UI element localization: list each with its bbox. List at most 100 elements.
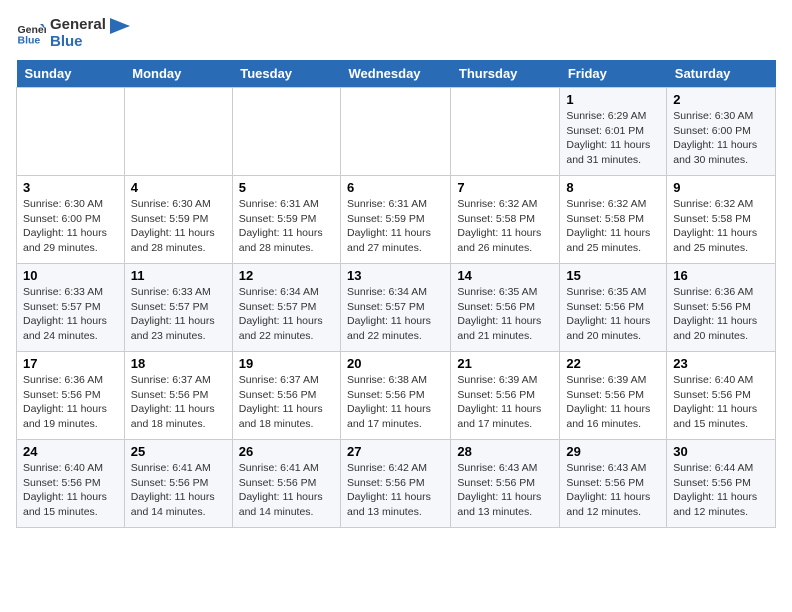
sunrise-text: Sunrise: 6:33 AM bbox=[131, 285, 226, 300]
sunset-text: Sunset: 5:56 PM bbox=[566, 300, 660, 315]
day-info: Sunrise: 6:33 AMSunset: 5:57 PMDaylight:… bbox=[23, 285, 118, 344]
logo-blue: Blue bbox=[50, 33, 106, 50]
sunrise-text: Sunrise: 6:29 AM bbox=[566, 109, 660, 124]
day-number: 29 bbox=[566, 444, 660, 459]
daylight-text: Daylight: 11 hours and 25 minutes. bbox=[673, 226, 769, 255]
sunset-text: Sunset: 6:00 PM bbox=[23, 212, 118, 227]
calendar-cell: 3Sunrise: 6:30 AMSunset: 6:00 PMDaylight… bbox=[17, 176, 125, 264]
daylight-text: Daylight: 11 hours and 22 minutes. bbox=[347, 314, 444, 343]
sunset-text: Sunset: 5:56 PM bbox=[23, 388, 118, 403]
calendar-cell: 28Sunrise: 6:43 AMSunset: 5:56 PMDayligh… bbox=[451, 440, 560, 528]
calendar-cell: 16Sunrise: 6:36 AMSunset: 5:56 PMDayligh… bbox=[667, 264, 776, 352]
daylight-text: Daylight: 11 hours and 22 minutes. bbox=[239, 314, 334, 343]
weekday-header-monday: Monday bbox=[124, 60, 232, 88]
sunset-text: Sunset: 5:58 PM bbox=[673, 212, 769, 227]
day-info: Sunrise: 6:33 AMSunset: 5:57 PMDaylight:… bbox=[131, 285, 226, 344]
sunrise-text: Sunrise: 6:42 AM bbox=[347, 461, 444, 476]
calendar-cell: 27Sunrise: 6:42 AMSunset: 5:56 PMDayligh… bbox=[341, 440, 451, 528]
sunrise-text: Sunrise: 6:31 AM bbox=[347, 197, 444, 212]
daylight-text: Daylight: 11 hours and 18 minutes. bbox=[239, 402, 334, 431]
day-number: 4 bbox=[131, 180, 226, 195]
sunrise-text: Sunrise: 6:32 AM bbox=[457, 197, 553, 212]
calendar-cell: 23Sunrise: 6:40 AMSunset: 5:56 PMDayligh… bbox=[667, 352, 776, 440]
weekday-header-saturday: Saturday bbox=[667, 60, 776, 88]
daylight-text: Daylight: 11 hours and 28 minutes. bbox=[239, 226, 334, 255]
daylight-text: Daylight: 11 hours and 27 minutes. bbox=[347, 226, 444, 255]
logo-general: General bbox=[50, 16, 106, 33]
calendar-cell: 18Sunrise: 6:37 AMSunset: 5:56 PMDayligh… bbox=[124, 352, 232, 440]
svg-text:Blue: Blue bbox=[18, 35, 41, 47]
calendar-cell: 14 Sunrise: 6:35 AMSunset: 5:56 PMDayligh… bbox=[451, 264, 560, 352]
day-number: 3 bbox=[23, 180, 118, 195]
daylight-text: Daylight: 11 hours and 14 minutes. bbox=[131, 490, 226, 519]
sunset-text: Sunset: 5:56 PM bbox=[131, 388, 226, 403]
calendar-cell: 8Sunrise: 6:32 AMSunset: 5:58 PMDaylight… bbox=[560, 176, 667, 264]
day-number: 14 bbox=[457, 268, 553, 283]
sunrise-text: Sunrise: 6:32 AM bbox=[566, 197, 660, 212]
sunset-text: Sunset: 5:58 PM bbox=[457, 212, 553, 227]
day-number: 26 bbox=[239, 444, 334, 459]
sunset-text: Sunset: 5:56 PM bbox=[673, 300, 769, 315]
sunset-text: Sunset: 5:56 PM bbox=[566, 476, 660, 491]
day-number: 28 bbox=[457, 444, 553, 459]
day-info: Sunrise: 6:32 AMSunset: 5:58 PMDaylight:… bbox=[673, 197, 769, 256]
calendar-week-2: 3 Sunrise: 6:30 AMSunset: 6:00 PM Daylight… bbox=[17, 176, 776, 264]
sunrise-text: Sunrise: 6:30 AM bbox=[23, 197, 118, 212]
day-info: Sunrise: 6:30 AMSunset: 6:00 PMDaylight:… bbox=[673, 109, 769, 168]
calendar-cell: 1Sunrise: 6:29 AMSunset: 6:01 PMDaylight… bbox=[560, 88, 667, 176]
daylight-text: Daylight: 11 hours and 16 minutes. bbox=[566, 402, 660, 431]
sunset-text: Sunset: 5:56 PM bbox=[347, 476, 444, 491]
daylight-text: Daylight: 11 hours and 28 minutes. bbox=[131, 226, 226, 255]
sunrise-text: Sunrise: 6:37 AM bbox=[131, 373, 226, 388]
calendar-week-1: 1Sunrise: 6:29 AMSunset: 6:01 PMDaylight… bbox=[17, 88, 776, 176]
daylight-text: Daylight: 11 hours and 21 minutes. bbox=[457, 314, 553, 343]
sunrise-text: Sunrise: 6:36 AM bbox=[673, 285, 769, 300]
day-info: Sunrise: 6:29 AMSunset: 6:01 PMDaylight:… bbox=[566, 109, 660, 168]
sunrise-text: Sunrise: 6:39 AM bbox=[566, 373, 660, 388]
daylight-text: Daylight: 11 hours and 20 minutes. bbox=[566, 314, 660, 343]
weekday-header-tuesday: Tuesday bbox=[232, 60, 340, 88]
sunset-text: Sunset: 5:56 PM bbox=[239, 476, 334, 491]
sunrise-text: Sunrise: 6:36 AM bbox=[23, 373, 118, 388]
calendar-cell: 6Sunrise: 6:31 AMSunset: 5:59 PMDaylight… bbox=[341, 176, 451, 264]
day-info: Sunrise: 6:32 AMSunset: 5:58 PMDaylight:… bbox=[457, 197, 553, 256]
weekday-header-sunday: Sunday bbox=[17, 60, 125, 88]
weekday-header-wednesday: Wednesday bbox=[341, 60, 451, 88]
weekday-header-thursday: Thursday bbox=[451, 60, 560, 88]
day-info: Sunrise: 6:36 AMSunset: 5:56 PMDaylight:… bbox=[23, 373, 118, 432]
sunset-text: Sunset: 5:56 PM bbox=[239, 388, 334, 403]
sunrise-text: Sunrise: 6:34 AM bbox=[347, 285, 444, 300]
calendar-cell bbox=[341, 88, 451, 176]
calendar-cell: 15Sunrise: 6:35 AMSunset: 5:56 PMDayligh… bbox=[560, 264, 667, 352]
daylight-text: Daylight: 11 hours and 20 minutes. bbox=[673, 314, 769, 343]
day-number: 23 bbox=[673, 356, 769, 371]
daylight-text: Daylight: 11 hours and 18 minutes. bbox=[131, 402, 226, 431]
weekday-header-friday: Friday bbox=[560, 60, 667, 88]
sunset-text: Sunset: 5:56 PM bbox=[566, 388, 660, 403]
calendar-cell bbox=[232, 88, 340, 176]
day-info: Sunrise: 6:37 AMSunset: 5:56 PMDaylight:… bbox=[131, 373, 226, 432]
day-info: Sunrise: 6:34 AMSunset: 5:57 PMDaylight:… bbox=[347, 285, 444, 344]
calendar-cell: 26 Sunrise: 6:41 AMSunset: 5:56 PMDayligh… bbox=[232, 440, 340, 528]
page-header: General Blue General Blue bbox=[16, 16, 776, 50]
sunrise-text: Sunrise: 6:30 AM bbox=[673, 109, 769, 124]
day-number: 24 bbox=[23, 444, 118, 459]
daylight-text: Daylight: 11 hours and 12 minutes. bbox=[566, 490, 660, 519]
sunrise-text: Sunrise: 6:44 AM bbox=[673, 461, 769, 476]
daylight-text: Daylight: 11 hours and 17 minutes. bbox=[347, 402, 444, 431]
day-info: Sunrise: 6:34 AMSunset: 5:57 PMDaylight:… bbox=[239, 285, 334, 344]
sunset-text: Sunset: 5:57 PM bbox=[239, 300, 334, 315]
day-info: Sunrise: 6:35 AMSunset: 5:56 PMDaylight:… bbox=[457, 285, 553, 344]
sunset-text: Sunset: 5:56 PM bbox=[457, 388, 553, 403]
sunrise-text: Sunrise: 6:40 AM bbox=[23, 461, 118, 476]
day-info: Sunrise: 6:41 AMSunset: 5:56 PMDaylight:… bbox=[239, 461, 334, 520]
day-number: 15 bbox=[566, 268, 660, 283]
day-number: 9 bbox=[673, 180, 769, 195]
calendar-cell: 25Sunrise: 6:41 AMSunset: 5:56 PMDayligh… bbox=[124, 440, 232, 528]
calendar-cell: 12Sunrise: 6:34 AMSunset: 5:57 PMDayligh… bbox=[232, 264, 340, 352]
day-number: 27 bbox=[347, 444, 444, 459]
sunset-text: Sunset: 5:59 PM bbox=[347, 212, 444, 227]
sunset-text: Sunset: 5:57 PM bbox=[23, 300, 118, 315]
logo-icon: General Blue bbox=[16, 18, 46, 48]
calendar-cell: 24Sunrise: 6:40 AMSunset: 5:56 PMDayligh… bbox=[17, 440, 125, 528]
